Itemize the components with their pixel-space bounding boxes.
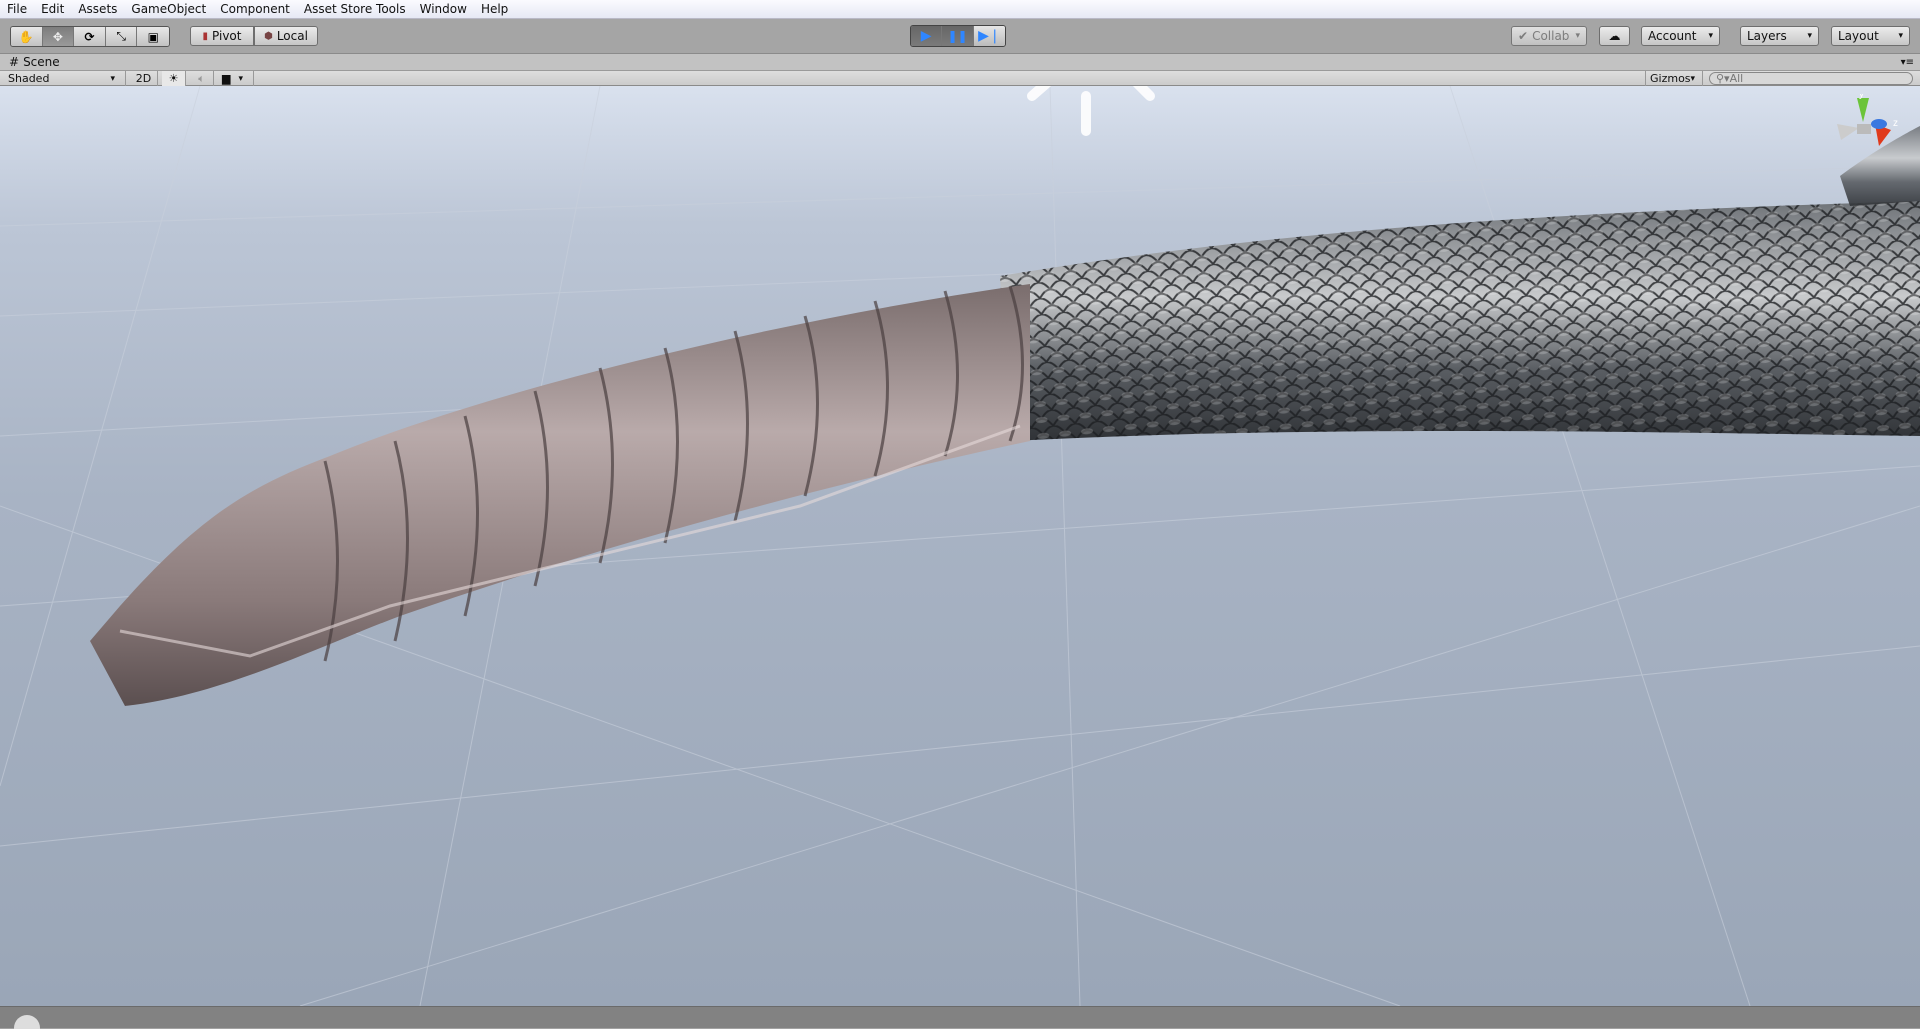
console-status-icon[interactable] — [14, 1015, 40, 1029]
check-icon: ✔ — [1518, 29, 1529, 43]
pause-icon: ❚❚ — [947, 29, 968, 43]
speaker-icon: 🔈︎ — [198, 71, 205, 85]
neg-x-axis-cone[interactable] — [1837, 124, 1859, 140]
scene-render — [0, 86, 1920, 1006]
scene-viewport[interactable]: y z — [0, 86, 1920, 1006]
collab-label: Collab — [1532, 29, 1570, 43]
collab-dropdown[interactable]: ✔ Collab — [1511, 26, 1587, 46]
search-icon: ⚲▾ — [1716, 72, 1730, 85]
rotate-icon: ⟳ — [84, 29, 95, 44]
audio-toggle[interactable]: 🔈︎ — [190, 71, 214, 86]
account-label: Account — [1648, 29, 1697, 43]
move-tool-button[interactable]: ✥ — [42, 27, 75, 46]
cloud-icon: ☁ — [1608, 29, 1621, 43]
orientation-gizmo[interactable]: y z — [1835, 89, 1905, 164]
play-button[interactable]: ▶ — [911, 26, 943, 46]
z-axis-label: z — [1893, 118, 1898, 129]
snake-rattle — [90, 284, 1030, 706]
z-axis-cone[interactable] — [1871, 119, 1887, 129]
local-cube-icon: ⬢ — [264, 30, 273, 42]
menu-edit[interactable]: Edit — [34, 2, 71, 16]
menu-assets[interactable]: Assets — [71, 2, 124, 16]
pivot-icon: ▮ — [202, 30, 209, 42]
layout-label: Layout — [1838, 29, 1879, 43]
rect-tool-button[interactable]: ▣ — [137, 27, 169, 46]
2d-label: 2D — [135, 72, 152, 85]
grid-icon: # — [9, 55, 20, 69]
menu-gameobject[interactable]: GameObject — [124, 2, 213, 16]
y-axis-label: y — [1859, 94, 1864, 100]
step-button[interactable]: ▶❘ — [973, 26, 1005, 46]
shading-label: Shaded — [8, 72, 50, 85]
play-icon: ▶ — [920, 28, 932, 44]
search-placeholder: All — [1729, 72, 1744, 85]
cloud-button[interactable]: ☁ — [1599, 26, 1630, 46]
scene-search-input[interactable]: ⚲▾ All — [1709, 72, 1913, 85]
gizmos-label: Gizmos — [1650, 72, 1691, 85]
2d-toggle[interactable]: 2D — [130, 71, 158, 86]
scene-toolbar: Shaded 2D ☀ 🔈︎ ▆ Gizmos ⚲▾All — [0, 70, 1920, 86]
move-arrows-icon: ✥ — [52, 29, 63, 44]
menu-window[interactable]: Window — [413, 2, 474, 16]
snake-body — [1000, 126, 1920, 441]
rotate-tool-button[interactable]: ⟳ — [74, 27, 106, 46]
menu-file[interactable]: File — [0, 2, 34, 16]
pivot-button[interactable]: ▮ Pivot — [190, 26, 254, 46]
camera-gizmo-glyph — [1027, 86, 1155, 136]
transform-tools: ✋ ✥ ⟳ ⤡ ▣ — [10, 26, 170, 47]
playback-controls: ▶ ❚❚ ▶❘ — [910, 25, 1006, 47]
step-icon: ▶❘ — [978, 28, 1001, 44]
menu-component[interactable]: Component — [213, 2, 297, 16]
lighting-toggle[interactable]: ☀ — [162, 71, 186, 86]
main-toolbar: ✋ ✥ ⟳ ⤡ ▣ ▮ Pivot ⬢ Local ▶ ❚❚ ▶❘ ✔ Collab … — [0, 19, 1920, 54]
menu-help[interactable]: Help — [474, 2, 515, 16]
scene-tab[interactable]: # Scene ▾≡ — [0, 54, 1920, 70]
pause-button[interactable]: ❚❚ — [942, 26, 974, 46]
pivot-label: Pivot — [212, 29, 242, 43]
y-axis-cone[interactable] — [1857, 98, 1869, 122]
shading-mode-dropdown[interactable]: Shaded — [4, 71, 126, 86]
local-button[interactable]: ⬢ Local — [254, 26, 318, 46]
menu-asset-store-tools[interactable]: Asset Store Tools — [297, 2, 413, 16]
account-dropdown[interactable]: Account — [1641, 26, 1720, 46]
image-icon: ▆ — [222, 72, 231, 85]
scale-icon: ⤡ — [116, 29, 126, 43]
layout-dropdown[interactable]: Layout — [1831, 26, 1910, 46]
effects-dropdown[interactable]: ▆ — [218, 71, 254, 86]
gizmos-dropdown[interactable]: Gizmos — [1645, 71, 1703, 86]
hand-tool-button[interactable]: ✋ — [11, 27, 43, 46]
scale-tool-button[interactable]: ⤡ — [105, 27, 138, 46]
menu-bar: File Edit Assets GameObject Component As… — [0, 0, 1920, 19]
layers-label: Layers — [1747, 29, 1787, 43]
tab-menu-icon[interactable]: ▾≡ — [1901, 57, 1914, 68]
layers-dropdown[interactable]: Layers — [1740, 26, 1819, 46]
local-label: Local — [276, 29, 308, 43]
sun-icon: ☀ — [168, 72, 179, 85]
status-bar — [0, 1006, 1920, 1029]
rect-icon: ▣ — [147, 29, 159, 44]
hand-icon: ✋ — [18, 29, 34, 44]
scene-tab-label: Scene — [23, 55, 60, 69]
